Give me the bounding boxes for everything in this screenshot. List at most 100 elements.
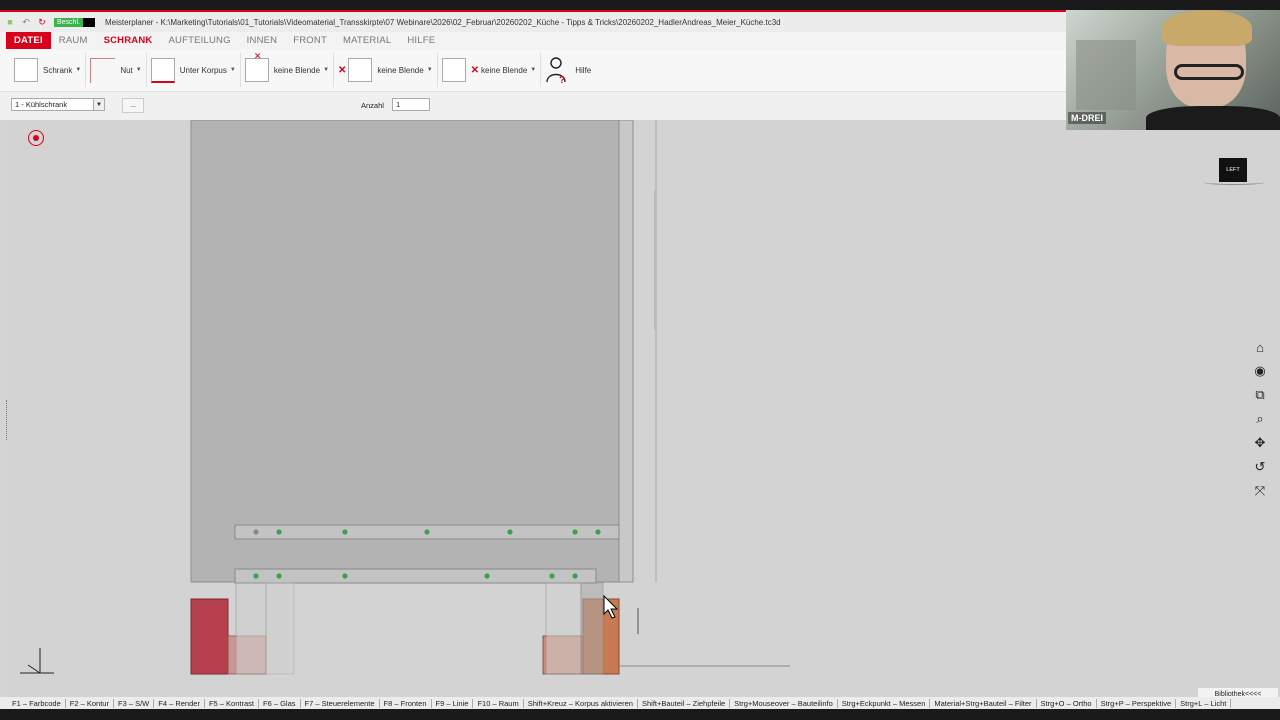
menu-front[interactable]: FRONT [285, 32, 335, 49]
menu-aufteilung[interactable]: AUFTEILUNG [160, 32, 238, 49]
chevron-down-icon[interactable]: ▼ [230, 67, 236, 73]
leg-right[interactable] [545, 582, 582, 675]
shortcut-hint: F7 – Steuerelemente [301, 698, 380, 708]
groove-icon [90, 57, 116, 83]
shortcut-hint: F3 – S/W [114, 698, 155, 708]
schrank-label: Schrank [43, 65, 73, 75]
zoom-window-icon[interactable]: ⧉ [1251, 386, 1269, 404]
view-toolbar: ⌂ ◉ ⧉ ⌕ ✥ ↺ ⤧ [1250, 338, 1270, 500]
schrank-button[interactable]: Schrank ▼ [10, 53, 87, 87]
nav-cube[interactable]: LEFT [1219, 158, 1247, 182]
webcam-person-body [1146, 106, 1280, 130]
blende-left-button[interactable]: ✕ keine Blende ▼ [334, 53, 438, 87]
webcam-background [1076, 40, 1136, 110]
chevron-down-icon[interactable]: ▼ [93, 99, 104, 110]
shortcut-hint: F5 – Kontrast [205, 698, 259, 708]
blende-right-label: keine Blende [481, 65, 528, 75]
carcass-body[interactable] [190, 120, 620, 583]
shortcut-hint: Shift+Bauteil – Ziehpfeile [638, 698, 731, 708]
help-person-icon: ? [546, 57, 566, 84]
nut-label: Nut [120, 65, 133, 75]
webcam-person-glasses [1174, 64, 1244, 80]
shortcut-hint: F2 – Kontur [66, 698, 114, 708]
unterkorpus-label: Unter Korpus [179, 65, 227, 75]
panel-right-icon [441, 58, 466, 82]
zoom-icon[interactable]: ⌕ [1251, 410, 1269, 428]
shortcut-hint: Strg+Mouseover – Bauteilinfo [730, 698, 838, 708]
menu-bar: DATEI RAUM SCHRANK AUFTEILUNG INNEN FRON… [0, 32, 1066, 49]
lower-carcass-icon [150, 57, 175, 83]
pan-icon[interactable]: ✥ [1251, 434, 1269, 452]
webcam-overlay: M-DREI [1066, 10, 1280, 130]
hilfe-button[interactable]: ? Hilfe [541, 53, 595, 87]
menu-material[interactable]: MATERIAL [335, 32, 399, 49]
status-badge: Beschl. [54, 17, 83, 27]
anzahl-input[interactable]: 1 [392, 98, 430, 111]
cabinet-icon [14, 58, 38, 82]
chevron-down-icon[interactable]: ▼ [323, 67, 329, 73]
status-badge-dark [82, 17, 95, 27]
menu-raum[interactable]: RAUM [51, 32, 96, 49]
shortcut-hint: F1 – Farbcode [8, 698, 66, 708]
3d-viewport[interactable]: LEFT ⌂ ◉ ⧉ ⌕ ✥ ↺ ⤧ Bibliothek<<<< [6, 120, 1280, 700]
cabinet-select[interactable]: 1 - Kühlschrank ▼ [11, 98, 105, 111]
shortcut-hint: Shift+Kreuz – Korpus aktivieren [524, 698, 638, 708]
ribbon-toolbar: Schrank ▼ Nut ▼ Unter Korpus ▼ ✕ keine B… [0, 49, 1066, 92]
menu-file[interactable]: DATEI [6, 32, 51, 49]
shortcut-hint: Material+Strg+Bauteil – Filter [930, 698, 1037, 708]
webcam-person-hair [1162, 10, 1252, 46]
options-bar: 1 - Kühlschrank ▼ ... Anzahl 1 [0, 92, 1066, 120]
nut-button[interactable]: Nut ▼ [86, 53, 147, 87]
window-title: Meisterplaner - K:\Marketing\Tutorials\0… [104, 17, 781, 27]
shortcut-hint: F10 – Raum [473, 698, 524, 708]
redo-icon[interactable]: ↻ [36, 16, 48, 28]
menu-hilfe[interactable]: HILFE [399, 32, 443, 49]
side-panel[interactable] [618, 120, 634, 583]
shortcut-hint: F6 – Glas [259, 698, 301, 708]
app-icon[interactable]: ■ [4, 16, 16, 28]
menu-schrank[interactable]: SCHRANK [96, 32, 161, 49]
menu-innen[interactable]: INNEN [239, 32, 286, 49]
lower-rail[interactable] [234, 568, 597, 584]
shortcut-hint: F4 – Render [154, 698, 205, 708]
blende-left-label: keine Blende [377, 65, 424, 75]
leg-left-2[interactable] [265, 582, 295, 675]
close-icon: ✕ [338, 64, 347, 76]
chevron-down-icon[interactable]: ▼ [75, 67, 81, 73]
blende-right-button[interactable]: ✕ keine Blende ▼ [438, 53, 542, 87]
cabinet-drawing [20, 120, 790, 675]
nav-compass[interactable] [1204, 180, 1264, 185]
leg-right-2[interactable] [580, 582, 604, 675]
shortcut-hint: F9 – Linie [432, 698, 474, 708]
plinth-left[interactable] [190, 598, 229, 675]
title-bar: ■ ↶ ↻ Beschl. Meisterplaner - K:\Marketi… [0, 12, 1066, 32]
shortcut-hint: Strg+Eckpunkt – Messen [838, 698, 931, 708]
chevron-down-icon[interactable]: ▼ [530, 67, 536, 73]
blende-top-button[interactable]: ✕ keine Blende ▼ [241, 51, 335, 87]
orbit-icon[interactable]: ◉ [1251, 362, 1269, 380]
close-icon: ✕ [470, 64, 480, 76]
hilfe-label: Hilfe [575, 65, 592, 75]
shortcut-hint: Strg+O – Ortho [1037, 698, 1097, 708]
cabinet-select-value: 1 - Kühlschrank [15, 100, 68, 109]
webcam-label: M-DREI [1068, 112, 1106, 124]
panel-left-icon [348, 58, 373, 82]
panel-top-icon: ✕ [244, 51, 269, 82]
more-button[interactable]: ... [122, 98, 144, 113]
status-bar: F1 – Farbcode F2 – Kontur F3 – S/W F4 – … [0, 697, 1280, 709]
chevron-down-icon[interactable]: ▼ [136, 67, 142, 73]
unterkorpus-button[interactable]: Unter Korpus ▼ [147, 53, 241, 87]
chevron-down-icon[interactable]: ▼ [427, 67, 433, 73]
blende-top-label: keine Blende [273, 65, 321, 75]
svg-text:?: ? [559, 75, 565, 84]
shortcut-hint: Strg+P – Perspektive [1097, 698, 1177, 708]
rotate-icon[interactable]: ↺ [1251, 458, 1269, 476]
shortcut-hint: F8 – Fronten [380, 698, 432, 708]
shortcut-hint: Strg+L – Licht [1176, 698, 1232, 708]
anzahl-label: Anzahl [361, 101, 384, 110]
leg-left[interactable] [235, 582, 267, 675]
fit-view-icon[interactable]: ⤧ [1251, 482, 1269, 500]
axis-gizmo-icon [20, 648, 54, 674]
home-icon[interactable]: ⌂ [1251, 338, 1269, 356]
undo-icon[interactable]: ↶ [20, 16, 32, 28]
